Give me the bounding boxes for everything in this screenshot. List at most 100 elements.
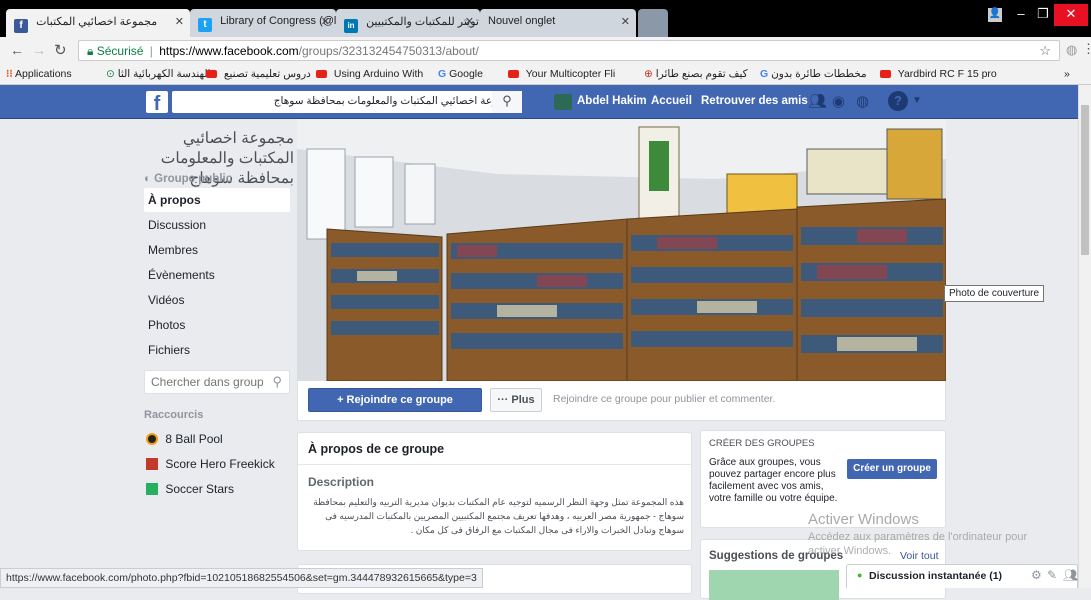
star-bookmark-icon[interactable]: ☆ xyxy=(1039,43,1051,59)
address-toolbar: ← → ↻ 🔒︎ Sécurisé | https://www.facebook… xyxy=(0,37,1091,64)
tab-title: تويتر للمكتبات والمكتبيين xyxy=(366,16,479,28)
cover-photo[interactable] xyxy=(297,119,946,381)
youtube-icon xyxy=(880,70,891,78)
compose-icon[interactable]: ✎ xyxy=(1047,568,1057,582)
back-icon[interactable]: ← xyxy=(10,42,24,58)
profile-link[interactable]: Abdel Hakim xyxy=(577,95,647,107)
twitter-icon: t xyxy=(198,18,212,32)
youtube-icon xyxy=(206,70,217,78)
nav-about[interactable]: À propos xyxy=(144,188,290,212)
search-icon[interactable]: ⚲ xyxy=(492,91,522,113)
gear-icon[interactable]: ⚙ xyxy=(1031,568,1042,582)
create-groups-text: Grâce aux groupes, vous pouvez partager … xyxy=(709,457,838,504)
bookmark-item[interactable]: ⊕ كيف تقوم بصنع طائرا xyxy=(644,68,748,80)
group-search-input[interactable] xyxy=(151,375,263,389)
close-tab-icon[interactable]: ✕ xyxy=(321,15,330,28)
extension-icon[interactable]: ◍ xyxy=(1066,42,1077,58)
browser-tab-3[interactable]: in تويتر للمكتبات والمكتبيين ✕ xyxy=(336,9,480,37)
add-people-icon[interactable]: 👥︎ xyxy=(1063,568,1078,582)
bookmark-label: دروس تعليمية تصنيع xyxy=(223,68,311,80)
url-field[interactable]: 🔒︎ Sécurisé | https://www.facebook.com/g… xyxy=(78,40,1060,61)
nav-members[interactable]: Membres xyxy=(144,238,290,262)
bookmark-label: Yardbird RC F 15 pro xyxy=(897,68,997,80)
home-link[interactable]: Accueil xyxy=(651,95,692,107)
forward-icon[interactable]: → xyxy=(32,42,46,58)
bookmark-applications[interactable]: ⁝⁝ Applications xyxy=(6,68,72,80)
close-tab-icon[interactable]: ✕ xyxy=(175,15,184,28)
lock-icon: 🔒︎ xyxy=(87,44,94,58)
page-content: مجموعة اخصائيي المكتبات والمعلومات بمحاف… xyxy=(0,119,1078,600)
secure-label: Sécurisé xyxy=(96,44,144,58)
tab-title: Nouvel onglet xyxy=(488,15,556,27)
bookmark-label: كيف تقوم بصنع طائرا xyxy=(655,68,748,80)
bookmark-item[interactable]: G مخططات طائرة بدون xyxy=(760,68,867,80)
avatar[interactable] xyxy=(554,94,572,110)
apps-grid-icon: ⁝⁝ xyxy=(6,68,13,80)
menu-dots-icon[interactable]: ⋮ xyxy=(1082,41,1091,57)
online-dot-icon: ● xyxy=(857,570,863,580)
bookmark-item[interactable]: Using Arduino With xyxy=(316,68,423,80)
shortcut-item[interactable]: Score Hero Freekick xyxy=(146,457,275,471)
generic-link-icon: ⊕ xyxy=(644,68,653,80)
browser-tab-1[interactable]: f مجموعة اخصائيي المكتبات ✕ xyxy=(6,9,190,37)
find-friends-link[interactable]: Retrouver des amis xyxy=(701,95,808,107)
create-group-button[interactable]: Créer un groupe xyxy=(847,459,937,479)
scrollbar-thumb[interactable] xyxy=(1081,105,1089,255)
chat-bar[interactable]: ● Discussion instantanée (1) ⚙ ✎ 👥︎ xyxy=(846,564,1078,588)
nav-events[interactable]: Évènements xyxy=(144,263,290,287)
youtube-icon xyxy=(508,70,519,78)
tab-title: مجموعة اخصائيي المكتبات xyxy=(36,16,158,28)
reload-icon[interactable]: ↻ xyxy=(54,41,67,59)
see-all-link[interactable]: Voir tout xyxy=(900,550,939,562)
url-path: /groups/323132454750313/about/ xyxy=(298,44,479,58)
messenger-icon[interactable]: ◉ xyxy=(832,92,845,110)
close-tab-icon[interactable]: ✕ xyxy=(621,15,630,28)
shortcut-item[interactable]: 8 Ball Pool xyxy=(146,432,223,446)
soccer-stars-icon xyxy=(146,483,158,495)
chevron-down-icon[interactable]: ▼ xyxy=(912,95,922,106)
facebook-logo[interactable]: f xyxy=(146,91,168,115)
nav-files[interactable]: Fichiers xyxy=(144,338,290,362)
bookmarks-overflow[interactable]: » xyxy=(1064,68,1070,80)
more-button[interactable]: ··· Plus xyxy=(490,388,542,412)
bookmark-item[interactable]: Your Multicopter Fli xyxy=(508,68,615,80)
watermark-text-2: activer Windows. xyxy=(808,545,892,557)
shortcut-item[interactable]: Soccer Stars xyxy=(146,482,234,496)
nav-videos[interactable]: Vidéos xyxy=(144,288,290,312)
suggestion-thumbnail[interactable] xyxy=(709,570,839,600)
bookmark-item[interactable]: ⊙ الهندسة الكهربائية الثا xyxy=(106,68,211,80)
nav-discussion[interactable]: Discussion xyxy=(144,213,290,237)
close-tab-icon[interactable]: ✕ xyxy=(465,15,474,28)
8-ball-pool-icon xyxy=(146,433,158,445)
notifications-globe-icon[interactable]: ◍ xyxy=(856,92,869,110)
facebook-icon: f xyxy=(14,19,28,33)
join-group-button[interactable]: + Rejoindre ce groupe xyxy=(308,388,482,412)
browser-tab-4[interactable]: Nouvel onglet ✕ xyxy=(480,9,636,37)
search-icon[interactable]: ⚲ xyxy=(272,374,282,390)
score-hero-icon xyxy=(146,458,158,470)
help-icon[interactable]: ? xyxy=(888,91,908,111)
new-tab-button[interactable] xyxy=(638,9,668,37)
browser-tab-2[interactable]: t Library of Congress (@lib ✕ xyxy=(190,9,336,37)
bookmark-label: Applications xyxy=(15,68,72,80)
bookmark-item[interactable]: دروس تعليمية تصنيع xyxy=(206,68,311,80)
user-profile-icon[interactable]: 👤 xyxy=(988,8,1002,22)
shortcut-label: 8 Ball Pool xyxy=(165,432,223,446)
create-groups-title: CRÉER DES GROUPES xyxy=(709,438,815,449)
facebook-search-input[interactable]: مجموعة اخصائيي المكتبات والمعلومات بمحاف… xyxy=(172,91,522,113)
group-search[interactable]: ⚲ xyxy=(144,370,290,394)
nav-photos[interactable]: Photos xyxy=(144,313,290,337)
restore-icon[interactable]: ❐ xyxy=(1032,6,1054,26)
shortcut-label: Score Hero Freekick xyxy=(165,457,275,471)
url-domain: https://www.facebook.com xyxy=(159,44,299,58)
facebook-top-bar: f مجموعة اخصائيي المكتبات والمعلومات بمح… xyxy=(0,85,1078,119)
minimize-icon[interactable]: – xyxy=(1010,6,1032,26)
about-card: À propos de ce groupe Description هذه ال… xyxy=(297,432,692,551)
friend-requests-icon[interactable]: 👥︎ xyxy=(808,92,827,110)
tab-title: Library of Congress (@lib xyxy=(220,15,336,27)
bookmark-item[interactable]: Yardbird RC F 15 pro xyxy=(880,68,997,80)
page-scrollbar[interactable] xyxy=(1078,85,1091,588)
bookmark-item[interactable]: G Google xyxy=(438,68,483,80)
close-window-icon[interactable]: ✕ xyxy=(1054,4,1088,26)
linkedin-icon: in xyxy=(344,19,358,33)
